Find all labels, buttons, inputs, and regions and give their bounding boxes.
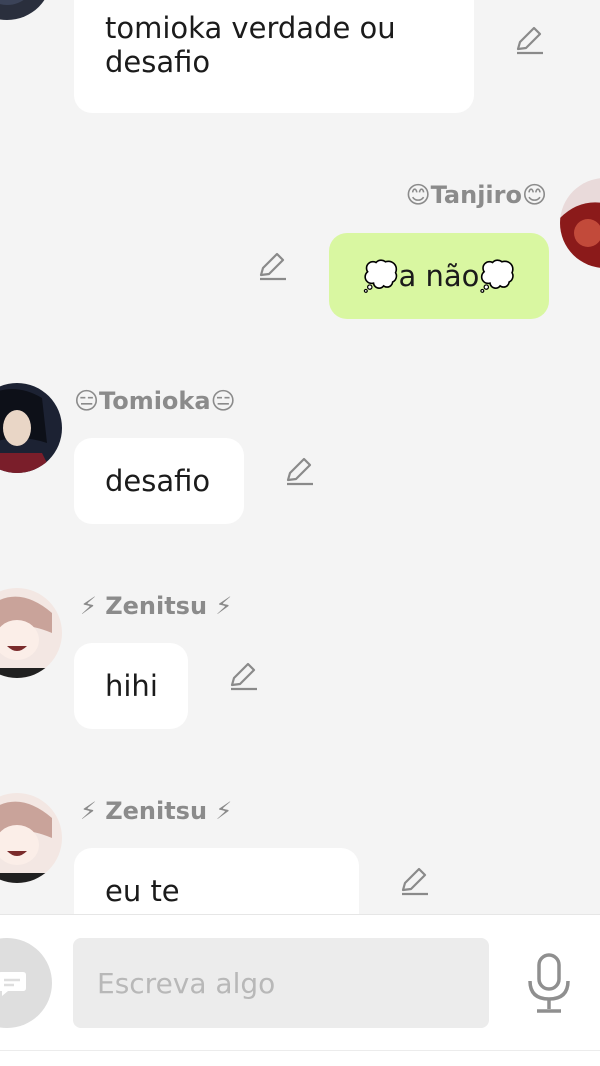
chat-screen: tomioka verdade ou desafio 😊Tanjiro😊 💭a …	[0, 0, 600, 1066]
avatar[interactable]	[0, 588, 62, 678]
microphone-icon	[528, 953, 570, 1013]
message-bubble[interactable]: desafio	[74, 438, 244, 524]
message-list[interactable]: tomioka verdade ou desafio 😊Tanjiro😊 💭a …	[0, 0, 600, 914]
sender-name: 😊Tanjiro😊	[405, 181, 547, 209]
microphone-button[interactable]	[524, 953, 574, 1015]
sender-name: ⚡ Zenitsu ⚡	[80, 592, 233, 620]
message-bubble[interactable]: 💭a não💭	[329, 233, 549, 319]
message-input[interactable]	[73, 938, 489, 1028]
avatar[interactable]	[0, 793, 62, 883]
edit-icon[interactable]	[513, 24, 545, 56]
bottom-toolbar	[0, 1050, 600, 1066]
message-text: 💭a não💭	[362, 259, 516, 293]
composer-bar	[0, 914, 600, 1051]
message-bubble[interactable]: tomioka verdade ou desafio	[74, 0, 474, 113]
message-text: desafio	[105, 464, 211, 498]
sender-name: 😑Tomioka😑	[74, 387, 236, 415]
message-text: tomioka verdade ou desafio	[105, 11, 396, 79]
chat-menu-button[interactable]	[0, 938, 52, 1028]
edit-icon[interactable]	[256, 250, 288, 282]
avatar[interactable]	[0, 383, 62, 473]
edit-icon[interactable]	[283, 455, 315, 487]
message-bubble[interactable]: hihi	[74, 643, 188, 729]
edit-icon[interactable]	[227, 660, 259, 692]
avatar[interactable]	[0, 0, 52, 20]
message-bubble[interactable]: eu te desafio....	[74, 848, 359, 914]
message-text: eu te desafio....	[105, 874, 180, 908]
chat-menu-icon	[0, 972, 26, 996]
message-text: hihi	[105, 669, 158, 703]
sender-name: ⚡ Zenitsu ⚡	[80, 797, 233, 825]
avatar[interactable]	[560, 178, 600, 268]
edit-icon[interactable]	[398, 865, 430, 897]
